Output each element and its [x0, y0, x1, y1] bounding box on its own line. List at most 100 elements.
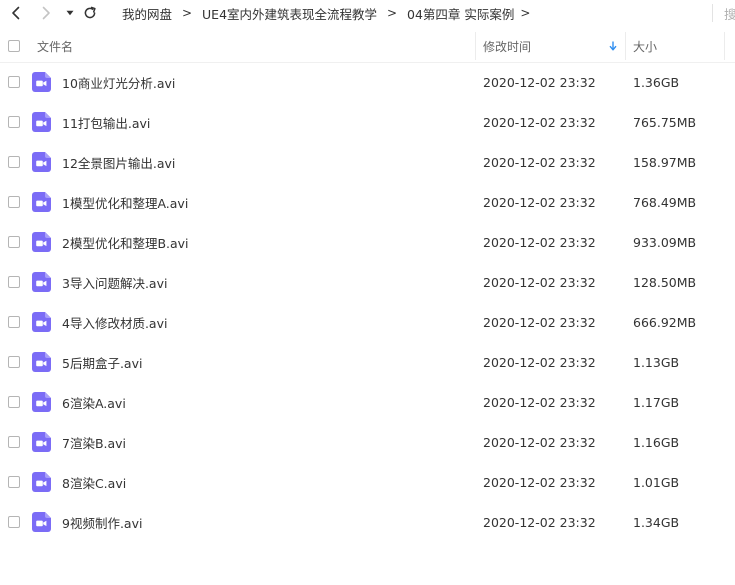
file-row[interactable]: 9视频制作.avi 2020-12-02 23:32 1.34GB	[0, 502, 735, 542]
file-size: 666.92MB	[633, 314, 697, 330]
file-row[interactable]: 2模型优化和整理B.avi 2020-12-02 23:32 933.09MB	[0, 222, 735, 262]
column-header-name[interactable]: 文件名	[37, 30, 73, 62]
file-size: 1.01GB	[633, 474, 680, 490]
file-row[interactable]: 4导入修改材质.avi 2020-12-02 23:32 666.92MB	[0, 302, 735, 342]
file-row[interactable]: 12全景图片输出.avi 2020-12-02 23:32 158.97MB	[0, 142, 735, 182]
file-name[interactable]: 2模型优化和整理B.avi	[62, 222, 189, 262]
chevron-left-icon	[12, 6, 20, 20]
file-name[interactable]: 4导入修改材质.avi	[62, 302, 167, 342]
column-resize-handle[interactable]	[475, 32, 476, 60]
video-file-icon	[32, 472, 51, 492]
video-file-icon	[32, 432, 51, 452]
file-modified-time: 2020-12-02 23:32	[483, 434, 596, 450]
file-name[interactable]: 8渲染C.avi	[62, 462, 126, 502]
file-size: 1.36GB	[633, 74, 680, 90]
file-modified-time: 2020-12-02 23:32	[483, 74, 596, 90]
file-modified-time: 2020-12-02 23:32	[483, 234, 596, 250]
file-name[interactable]: 12全景图片输出.avi	[62, 142, 175, 182]
search-placeholder: 搜	[724, 6, 735, 22]
breadcrumb-course[interactable]: UE4室内外建筑表现全流程教学	[202, 4, 377, 23]
history-dropdown-button[interactable]	[63, 0, 77, 26]
file-name[interactable]: 3导入问题解决.avi	[62, 262, 167, 302]
file-name[interactable]: 5后期盒子.avi	[62, 342, 142, 382]
video-file-icon	[32, 352, 51, 372]
video-file-icon	[32, 512, 51, 532]
column-header-modified[interactable]: 修改时间	[483, 30, 531, 62]
row-checkbox[interactable]	[8, 436, 20, 448]
sort-indicator[interactable]	[609, 30, 617, 62]
chevron-right-icon	[42, 6, 50, 20]
file-modified-time: 2020-12-02 23:32	[483, 114, 596, 130]
row-checkbox[interactable]	[8, 116, 20, 128]
refresh-icon	[84, 6, 96, 19]
file-size: 128.50MB	[633, 274, 697, 290]
column-header-name-label: 文件名	[37, 39, 74, 54]
column-resize-handle[interactable]	[724, 32, 725, 60]
file-modified-time: 2020-12-02 23:32	[483, 194, 596, 210]
file-modified-time: 2020-12-02 23:32	[483, 314, 596, 330]
file-row[interactable]: 6渲染A.avi 2020-12-02 23:32 1.17GB	[0, 382, 735, 422]
breadcrumb-chapter[interactable]: 04第四章 实际案例	[407, 4, 514, 23]
row-checkbox[interactable]	[8, 396, 20, 408]
sort-down-arrow-icon	[609, 41, 617, 51]
video-file-icon	[32, 392, 51, 412]
video-file-icon	[32, 152, 51, 172]
file-row[interactable]: 11打包输出.avi 2020-12-02 23:32 765.75MB	[0, 102, 735, 142]
row-checkbox[interactable]	[8, 196, 20, 208]
file-modified-time: 2020-12-02 23:32	[483, 274, 596, 290]
video-file-icon	[32, 312, 51, 332]
row-checkbox[interactable]	[8, 236, 20, 248]
row-checkbox[interactable]	[8, 156, 20, 168]
row-checkbox[interactable]	[8, 476, 20, 488]
file-list: 10商业灯光分析.avi 2020-12-02 23:32 1.36GB 11打…	[0, 62, 735, 542]
row-checkbox[interactable]	[8, 76, 20, 88]
file-name[interactable]: 9视频制作.avi	[62, 502, 142, 542]
breadcrumb-separator: >	[387, 6, 398, 20]
file-name[interactable]: 7渲染B.avi	[62, 422, 126, 462]
file-list-header: 文件名 修改时间 大小	[0, 30, 735, 63]
row-checkbox[interactable]	[8, 516, 20, 528]
select-all-checkbox[interactable]	[8, 40, 20, 52]
column-header-size[interactable]: 大小	[633, 30, 657, 62]
file-size: 158.97MB	[633, 154, 697, 170]
select-all-cell	[8, 30, 20, 62]
navigation-bar: 我的网盘 > UE4室内外建筑表现全流程教学 > 04第四章 实际案例 > 搜	[0, 0, 735, 26]
file-row[interactable]: 5后期盒子.avi 2020-12-02 23:32 1.13GB	[0, 342, 735, 382]
search-box[interactable]: 搜	[724, 0, 735, 26]
file-row[interactable]: 1模型优化和整理A.avi 2020-12-02 23:32 768.49MB	[0, 182, 735, 222]
file-modified-time: 2020-12-02 23:32	[483, 514, 596, 530]
file-size: 1.13GB	[633, 354, 680, 370]
column-resize-handle[interactable]	[625, 32, 626, 60]
video-file-icon	[32, 272, 51, 292]
back-button[interactable]	[6, 0, 26, 26]
file-size: 933.09MB	[633, 234, 697, 250]
file-modified-time: 2020-12-02 23:32	[483, 394, 596, 410]
file-row[interactable]: 10商业灯光分析.avi 2020-12-02 23:32 1.36GB	[0, 62, 735, 102]
refresh-button[interactable]	[81, 0, 99, 26]
file-size: 1.17GB	[633, 394, 680, 410]
file-name[interactable]: 10商业灯光分析.avi	[62, 62, 175, 102]
caret-down-icon	[66, 10, 74, 16]
video-file-icon	[32, 112, 51, 132]
toolbar-divider	[712, 4, 713, 22]
file-size: 1.34GB	[633, 514, 680, 530]
file-name[interactable]: 6渲染A.avi	[62, 382, 126, 422]
video-file-icon	[32, 72, 51, 92]
file-modified-time: 2020-12-02 23:32	[483, 354, 596, 370]
forward-button[interactable]	[36, 0, 56, 26]
file-row[interactable]: 3导入问题解决.avi 2020-12-02 23:32 128.50MB	[0, 262, 735, 302]
file-row[interactable]: 7渲染B.avi 2020-12-02 23:32 1.16GB	[0, 422, 735, 462]
video-file-icon	[32, 232, 51, 252]
row-checkbox[interactable]	[8, 276, 20, 288]
file-modified-time: 2020-12-02 23:32	[483, 474, 596, 490]
file-name[interactable]: 1模型优化和整理A.avi	[62, 182, 188, 222]
breadcrumb-root[interactable]: 我的网盘	[122, 4, 172, 23]
breadcrumb-separator: >	[520, 6, 531, 20]
breadcrumb-separator: >	[181, 6, 193, 20]
file-modified-time: 2020-12-02 23:32	[483, 154, 596, 170]
row-checkbox[interactable]	[8, 316, 20, 328]
breadcrumb: 我的网盘 > UE4室内外建筑表现全流程教学 > 04第四章 实际案例 >	[122, 0, 536, 26]
file-row[interactable]: 8渲染C.avi 2020-12-02 23:32 1.01GB	[0, 462, 735, 502]
row-checkbox[interactable]	[8, 356, 20, 368]
file-name[interactable]: 11打包输出.avi	[62, 102, 150, 142]
